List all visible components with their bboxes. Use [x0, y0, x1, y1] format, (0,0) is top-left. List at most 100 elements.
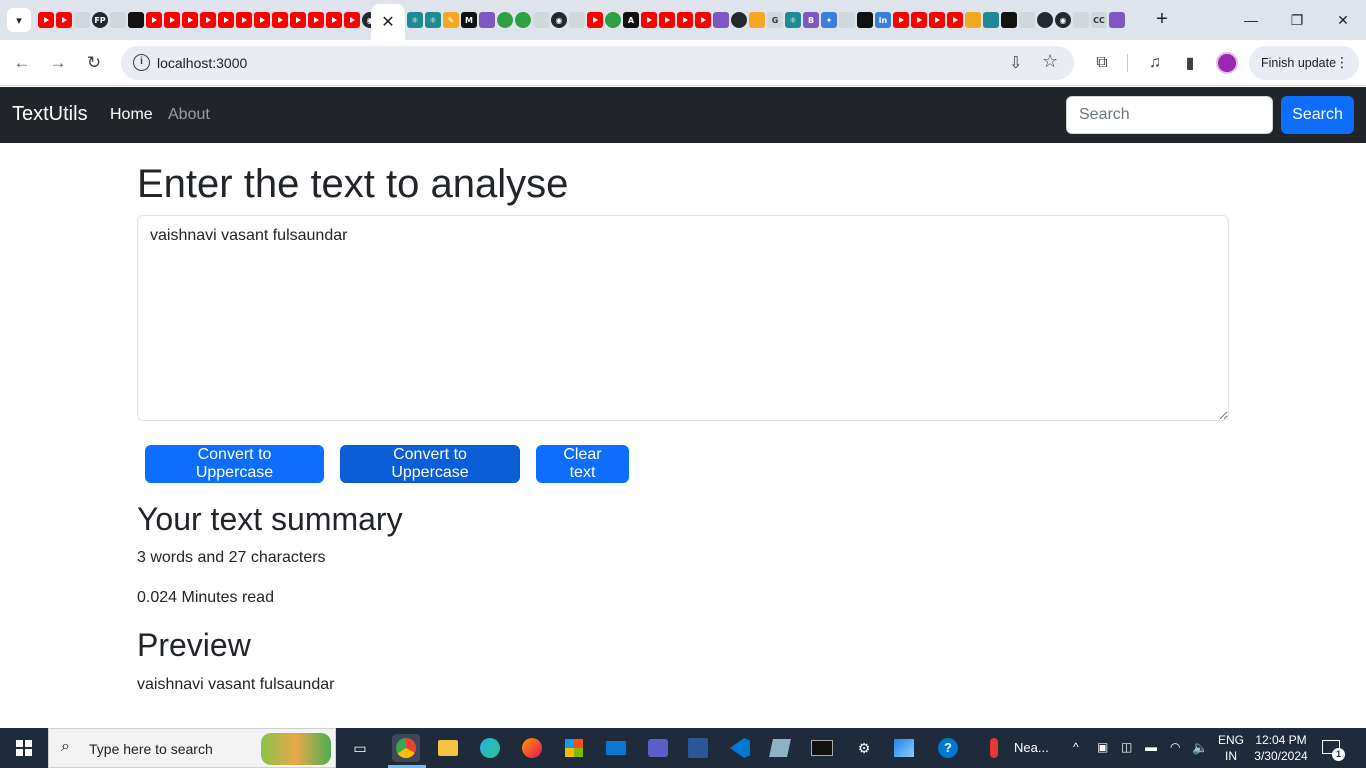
volume-icon[interactable]: 🔈 — [1192, 740, 1208, 756]
youtube-tab-icon[interactable] — [200, 12, 216, 28]
layers-tab-icon[interactable] — [749, 12, 765, 28]
firefox-icon[interactable] — [518, 734, 546, 762]
notes-app-icon[interactable] — [766, 734, 794, 762]
convert-uppercase-button-2[interactable]: Convert to Uppercase — [340, 445, 520, 483]
youtube-tab-icon[interactable] — [146, 12, 162, 28]
wifi-icon[interactable]: ◠ — [1170, 740, 1180, 754]
youtube-tab-icon[interactable] — [218, 12, 234, 28]
a-tab-icon[interactable] — [1001, 12, 1017, 28]
navbar-search-input[interactable] — [1066, 96, 1273, 134]
mail-icon[interactable] — [602, 734, 630, 762]
close-window-button[interactable]: ✕ — [1320, 0, 1366, 40]
dark-tab-icon[interactable] — [128, 12, 144, 28]
java-tab-icon[interactable] — [731, 12, 747, 28]
gemini-tab-icon[interactable]: ✦ — [821, 12, 837, 28]
media-controls-icon[interactable]: ♫ — [1143, 51, 1167, 75]
photos-icon[interactable] — [890, 734, 918, 762]
text-input-area[interactable] — [137, 215, 1229, 421]
terminal-icon[interactable] — [808, 734, 836, 762]
youtube-tab-icon[interactable] — [272, 12, 288, 28]
reload-icon[interactable]: ↻ — [82, 51, 106, 75]
bootstrap-tab-icon[interactable] — [1109, 12, 1125, 28]
api-tab-icon[interactable] — [1037, 12, 1053, 28]
bookmark-tab-icon[interactable] — [533, 12, 549, 28]
figma-tab-icon[interactable] — [713, 12, 729, 28]
github-tab-icon[interactable]: ◉ — [551, 12, 567, 28]
medium-tab-icon[interactable]: M — [461, 12, 477, 28]
settings-gear-icon[interactable]: ⚙ — [850, 734, 878, 762]
extensions-puzzle-icon[interactable]: ⧉ — [1090, 51, 1114, 75]
help-icon[interactable]: ? — [934, 734, 962, 762]
weather-label[interactable]: Nea... — [1014, 740, 1049, 755]
link-tab-icon[interactable] — [605, 12, 621, 28]
chrome-taskbar-icon[interactable] — [392, 734, 420, 762]
pen-tab-icon[interactable]: ✎ — [443, 12, 459, 28]
vscode-icon[interactable] — [726, 734, 754, 762]
youtube-tab-icon[interactable] — [947, 12, 963, 28]
side-panel-icon[interactable]: ▮ — [1178, 51, 1202, 75]
start-button[interactable] — [0, 728, 48, 768]
home-tab-icon[interactable] — [1073, 12, 1089, 28]
profile-avatar[interactable] — [1216, 52, 1238, 74]
fp-tab-icon[interactable]: FP — [92, 12, 108, 28]
meet-now-icon[interactable]: ▣ — [1097, 740, 1108, 754]
weather-thermometer-icon[interactable] — [980, 734, 1008, 762]
active-tab-close-button[interactable]: ✕ — [371, 4, 405, 40]
minimize-button[interactable]: — — [1228, 0, 1274, 40]
youtube-tab-icon[interactable] — [326, 12, 342, 28]
shield-tab-icon[interactable] — [965, 12, 981, 28]
google-tab-icon[interactable]: G — [767, 12, 783, 28]
openai-tab-icon[interactable] — [983, 12, 999, 28]
address-bar[interactable]: i localhost:3000 ⇩ ☆ — [121, 46, 1074, 80]
bootstrap-tab-icon[interactable]: B — [803, 12, 819, 28]
github-tab-icon[interactable]: ◉ — [1055, 12, 1071, 28]
more-options-icon[interactable]: ⋮ — [1335, 54, 1349, 71]
youtube-tab-icon[interactable] — [641, 12, 657, 28]
clear-text-button[interactable]: Clear text — [536, 445, 629, 483]
youtube-tab-icon[interactable] — [911, 12, 927, 28]
navbar-brand[interactable]: TextUtils — [12, 103, 88, 126]
new-tab-button[interactable]: + — [1151, 8, 1173, 30]
youtube-tab-icon[interactable] — [893, 12, 909, 28]
spring-tab-icon[interactable] — [497, 12, 513, 28]
bookmark-star-icon[interactable]: ☆ — [1042, 51, 1058, 72]
medium-tab-icon[interactable] — [857, 12, 873, 28]
google-tab-icon[interactable] — [839, 12, 855, 28]
youtube-tab-icon[interactable] — [587, 12, 603, 28]
youtube-tab-icon[interactable] — [659, 12, 675, 28]
document-tab-icon[interactable] — [74, 12, 90, 28]
a-tab-icon[interactable]: A — [623, 12, 639, 28]
bookmark-tab-icon[interactable] — [110, 12, 126, 28]
youtube-tab-icon[interactable] — [929, 12, 945, 28]
battery-icon[interactable]: ▬ — [1145, 740, 1157, 754]
site-info-icon[interactable]: i — [133, 54, 150, 71]
word-icon[interactable] — [684, 734, 712, 762]
react-tab-icon[interactable]: ⚛ — [425, 12, 441, 28]
convert-uppercase-button[interactable]: Convert to Uppercase — [145, 445, 324, 483]
nav-link-home[interactable]: Home — [110, 106, 153, 124]
youtube-tab-icon[interactable] — [182, 12, 198, 28]
teams-icon[interactable] — [644, 734, 672, 762]
notification-center-icon[interactable]: 1 — [1320, 736, 1345, 761]
security-icon[interactable]: ◫ — [1121, 740, 1132, 754]
edge-icon[interactable] — [476, 734, 504, 762]
task-view-icon[interactable]: ▭ — [346, 734, 374, 762]
forward-arrow-icon[interactable]: → — [46, 51, 70, 75]
youtube-tab-icon[interactable] — [164, 12, 180, 28]
file-explorer-icon[interactable] — [434, 734, 462, 762]
youtube-tab-icon[interactable] — [254, 12, 270, 28]
youtube-tab-icon[interactable] — [695, 12, 711, 28]
cc-tab-icon[interactable]: CC — [1091, 12, 1107, 28]
finish-update-button[interactable]: Finish update ⋮ — [1249, 46, 1359, 80]
avatar-tab-icon[interactable] — [479, 12, 495, 28]
tab-search-dropdown-icon[interactable]: ▾ — [7, 8, 31, 32]
linkedin-tab-icon[interactable]: in — [875, 12, 891, 28]
nav-link-about[interactable]: About — [168, 106, 210, 124]
youtube-tab-icon[interactable] — [56, 12, 72, 28]
back-arrow-icon[interactable]: ← — [10, 51, 34, 75]
drive-tab-icon[interactable] — [569, 12, 585, 28]
youtube-tab-icon[interactable] — [38, 12, 54, 28]
google-tab-icon[interactable] — [1019, 12, 1035, 28]
clock[interactable]: 12:04 PM 3/30/2024 — [1252, 732, 1310, 764]
taskbar-search-box[interactable]: ⌕ Type here to search — [48, 728, 336, 768]
